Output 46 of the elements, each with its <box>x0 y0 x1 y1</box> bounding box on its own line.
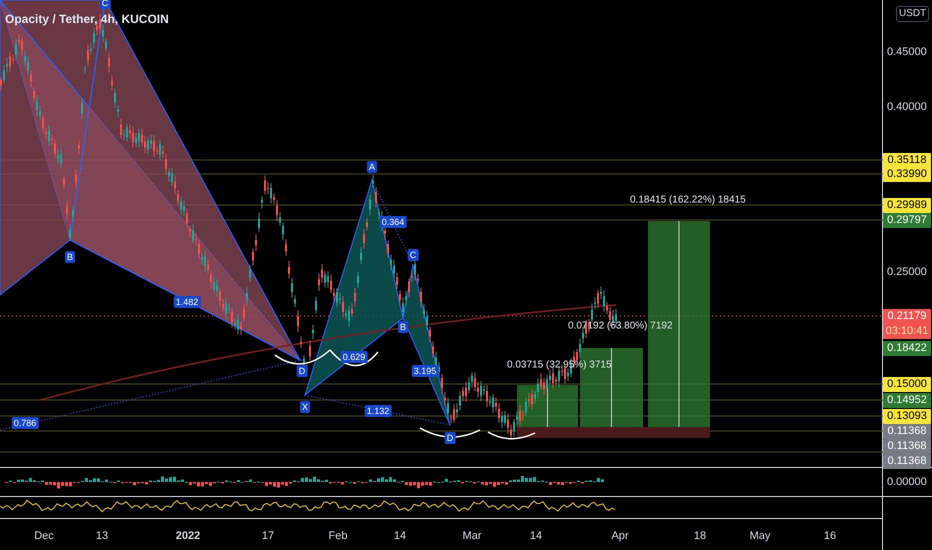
time-axis-label: Feb <box>328 529 348 544</box>
long-position-box <box>517 384 578 428</box>
pattern-point-label: 3.195 <box>412 365 438 377</box>
pattern-point-label: B <box>65 251 75 263</box>
price-tag-value: 0.14952 <box>887 392 927 408</box>
price-tag-value: 0.21179 <box>888 308 926 324</box>
price-tag-value: 0.29797 <box>887 212 927 228</box>
pattern-point-label: A <box>367 161 377 173</box>
price-tag-value: 0.13093 <box>887 408 927 424</box>
pattern-point-label: D <box>444 432 456 444</box>
time-axis-label: 13 <box>96 529 108 544</box>
price-tag-value: 0.29989 <box>887 198 927 212</box>
time-axis-label: Mar <box>462 529 482 544</box>
time-axis-label: 17 <box>262 529 274 544</box>
price-axis-label: 0.25000 <box>887 264 927 280</box>
price-tag-value: 0.33990 <box>887 166 927 182</box>
pattern-point-label: 0.364 <box>380 216 406 228</box>
time-axis-label: Dec <box>34 529 54 544</box>
pattern-point-label: D <box>296 365 308 377</box>
price-axis-label: 0.40000 <box>887 100 927 115</box>
indicator-axis-label: 0.00000 <box>887 474 927 490</box>
pattern-point-label: B <box>398 321 408 333</box>
time-axis-label: Apr <box>611 529 629 544</box>
price-tag-value: 0.35118 <box>888 152 926 168</box>
time-axis-label: 16 <box>824 529 836 544</box>
pattern-point-label: X <box>300 401 310 413</box>
time-axis-label: May <box>750 529 770 544</box>
pattern-point-label: 0.629 <box>340 351 368 363</box>
countdown-timer: 03:10:41 <box>886 324 928 338</box>
price-tag-value: 0.11368 <box>888 438 926 454</box>
price-tag-value: 0.11368 <box>888 424 926 438</box>
pattern-point-label: 1.132 <box>364 405 392 417</box>
currency-badge: USDT <box>896 6 930 22</box>
time-axis-label: 14 <box>394 529 406 544</box>
measurement-label: 0.18415 (162.22%) 18415 <box>630 194 746 208</box>
price-tag-value: 0.11368 <box>888 454 926 468</box>
pattern-point-label: C <box>408 249 418 261</box>
time-axis-label: 2022 <box>176 529 200 544</box>
time-axis-label: 14 <box>530 529 542 544</box>
pattern-point-label: C <box>100 0 110 9</box>
pattern-point-label: 0.786 <box>12 417 38 429</box>
time-axis-label: 18 <box>694 529 706 544</box>
price-axis-label: 0.45000 <box>887 44 927 60</box>
price-tag-value: 0.15000 <box>887 376 927 392</box>
pattern-point-label: 1.482 <box>174 296 200 308</box>
price-tag-value: 0.18422 <box>887 340 927 356</box>
